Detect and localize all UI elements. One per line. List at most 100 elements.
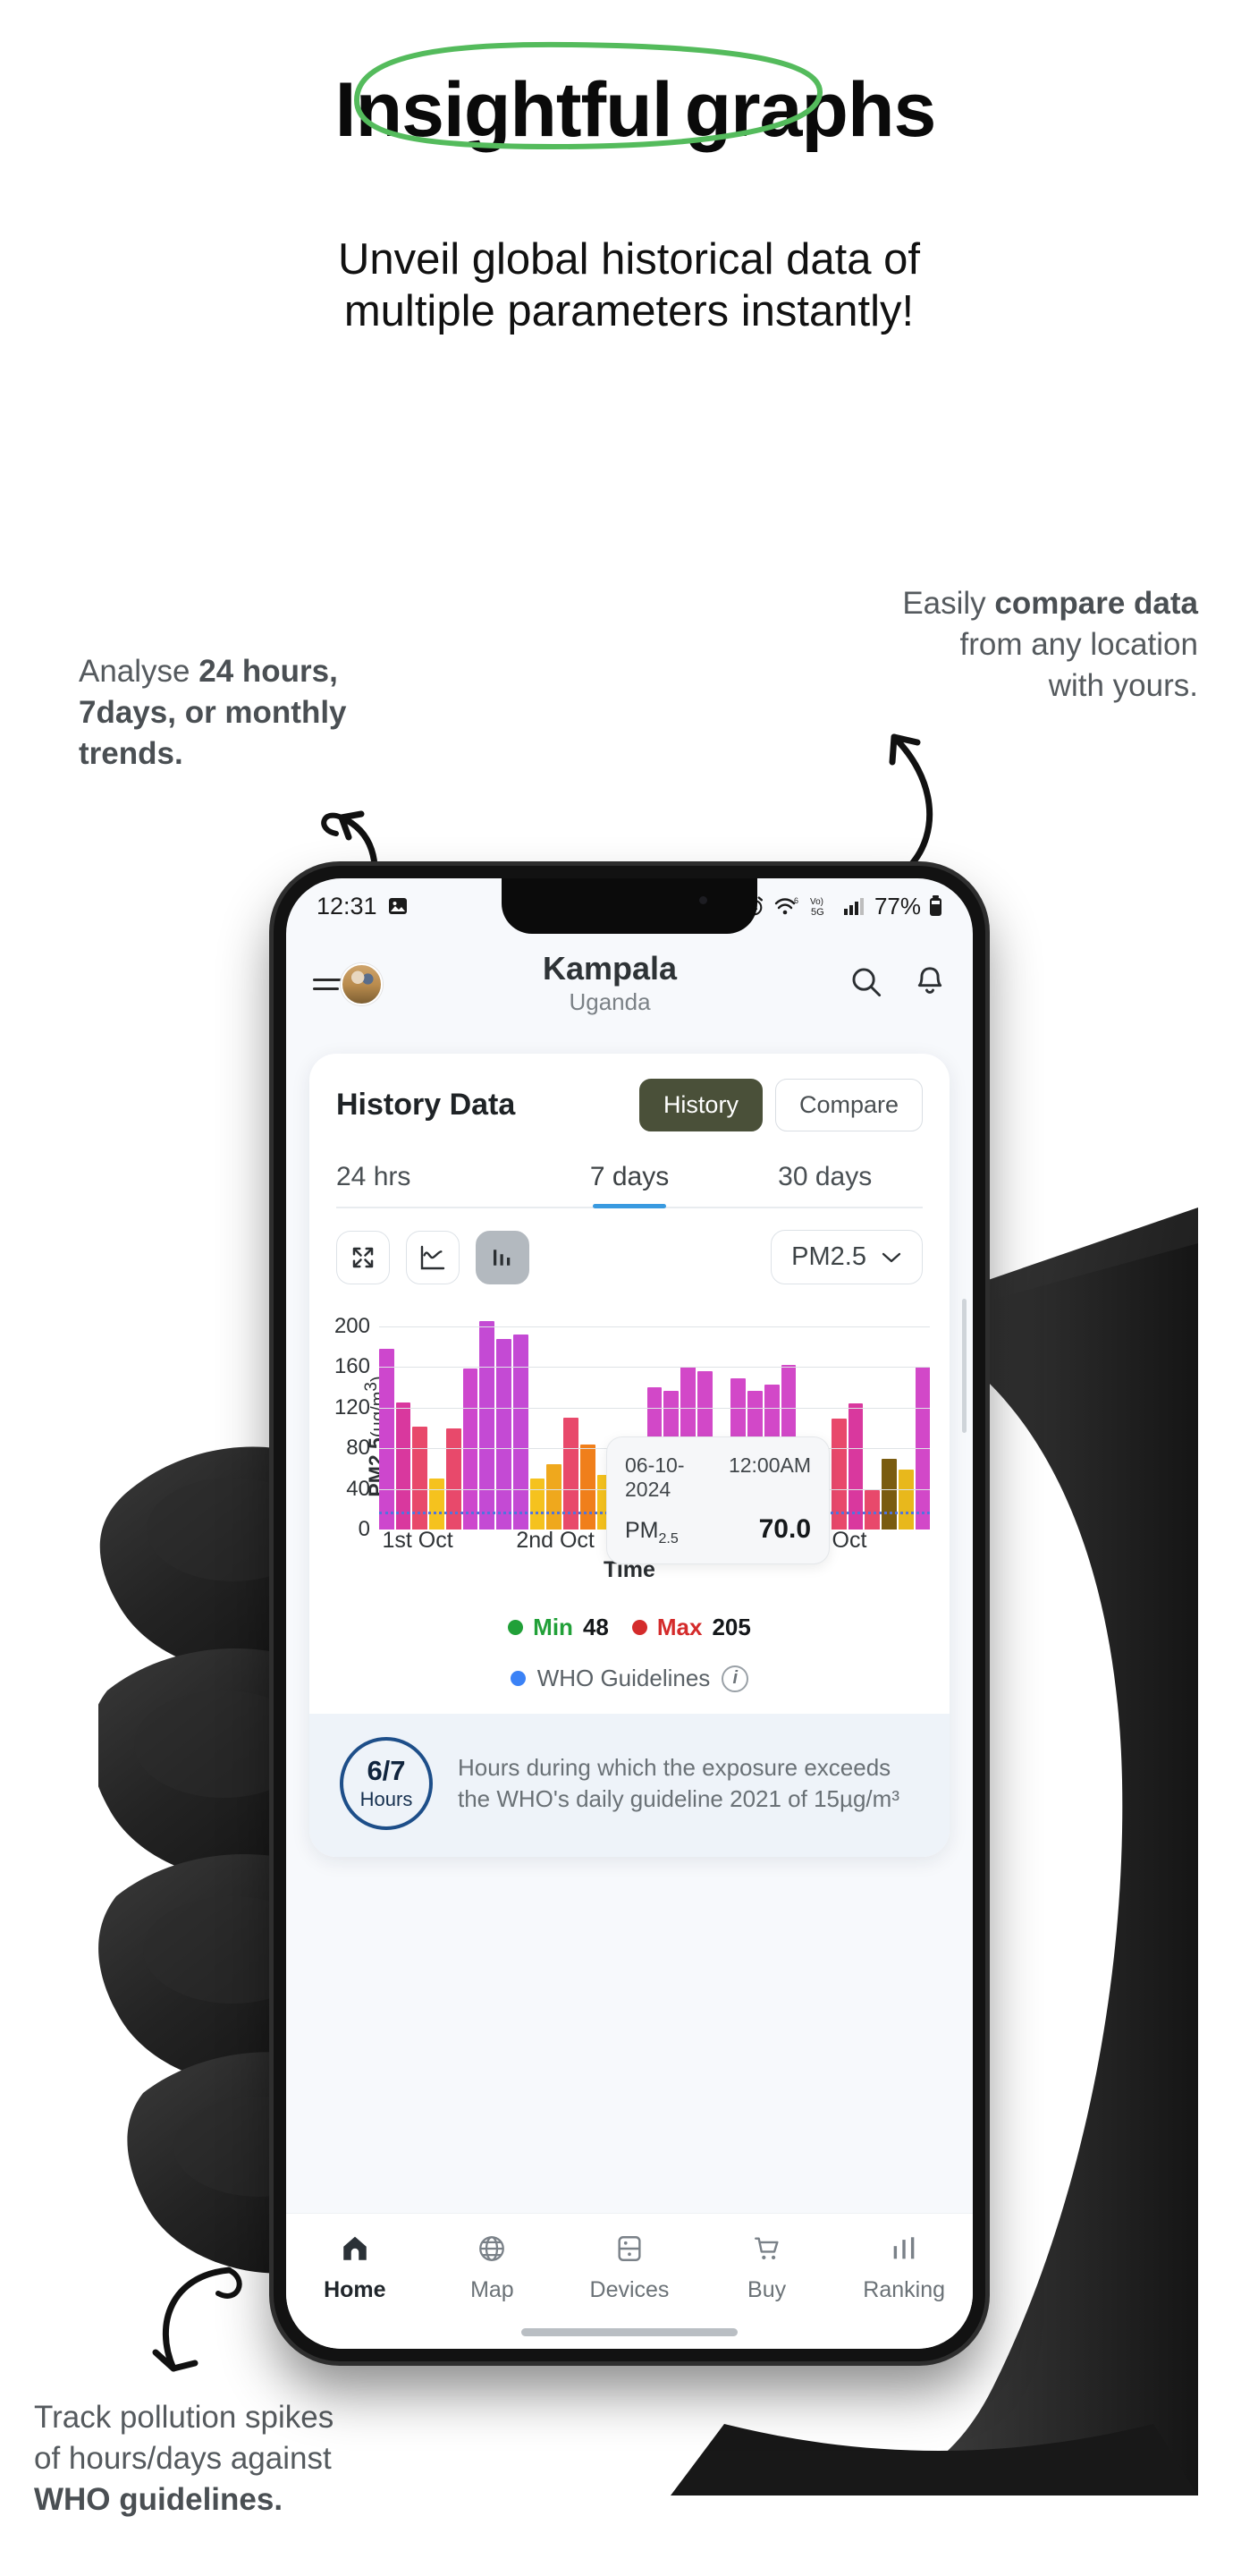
tab-active-indicator [593,1204,666,1208]
annotation-left: Analyse 24 hours, 7days, or monthly trends… [79,654,347,772]
exposure-text: Hours during which the exposure exceeds … [458,1754,899,1812]
chart-bar[interactable] [898,1470,914,1530]
chart-bar[interactable] [479,1321,495,1530]
promo-subhead: Unveil global historical data of multipl… [0,234,1258,338]
who-legend: WHO Guidelines i [309,1665,950,1714]
chart-bar[interactable] [579,1444,595,1530]
chart-gridline [379,1326,930,1328]
pollutant-selected-label: PM2.5 [791,1242,866,1271]
nav-label-buy: Buy [747,2277,787,2302]
nav-label-ranking: Ranking [863,2277,946,2302]
compare-button[interactable]: Compare [774,1079,923,1131]
legend-min-value: 48 [582,1614,609,1640]
headline-highlight-word: Insightful [323,41,823,153]
legend-max: Max 205 [631,1614,751,1641]
tab-30days[interactable]: 30 days [727,1162,923,1208]
bar-ranking-icon [889,2233,919,2268]
exposure-ratio: 6/7 [367,1754,406,1786]
chart-y-tick: 200 [333,1314,370,1339]
nav-item-devices[interactable]: Devices [561,2233,698,2303]
nav-label-devices: Devices [589,2277,670,2302]
home-indicator [521,2328,738,2336]
legend-min: Min 48 [508,1614,609,1641]
tab-7days[interactable]: 7 days [532,1162,728,1208]
search-icon[interactable] [849,965,883,1004]
exposure-panel: 6/7 Hours Hours during which the exposur… [309,1714,950,1857]
chart-y-tick: 0 [358,1517,370,1541]
chart-legend: Min 48 Max 205 [309,1614,950,1641]
legend-min-label: Min [533,1614,573,1640]
chart-y-tick: 40 [346,1476,370,1501]
page-title: Kampala [542,950,678,987]
battery-percent: 77% [874,892,921,919]
nav-item-map[interactable]: Map [424,2233,561,2303]
globe-icon [476,2233,508,2268]
who-legend-label: WHO Guidelines [536,1665,711,1691]
history-bar-chart: PM2.5(µg/m3) 0 40 80 120 160 200 1st Oct 2nd O… [309,1302,950,1582]
svg-text:5G: 5G [811,907,824,918]
chart-gridline [379,1367,930,1368]
mode-toggle-group: History Compare [638,1079,923,1131]
promo-subhead-line2: multiple parameters instantly! [343,286,915,335]
volte-5g-icon: Vo) 5G [808,894,835,918]
tab-24hrs[interactable]: 24 hrs [336,1162,532,1208]
svg-text:6: 6 [794,896,798,905]
phone-notch [502,878,757,934]
bar-chart-icon[interactable] [476,1230,529,1284]
chart-bar[interactable] [395,1402,411,1530]
tooltip-metric: PM2.5 [625,1518,679,1546]
fullscreen-expand-icon[interactable] [336,1230,390,1284]
location-title: Kampala Uganda [370,952,849,1016]
pollutant-select[interactable]: PM2.5 [771,1230,923,1284]
max-dot-icon [631,1620,647,1635]
chart-toolbar: PM2.5 [309,1208,950,1290]
card-title: History Data [336,1088,516,1122]
chart-bar[interactable] [546,1464,562,1530]
tooltip-value: 70.0 [758,1514,811,1544]
nav-label-map: Map [470,2277,514,2302]
phone-screen: 12:31 6 Vo) 5G 77% Kampala Uganda Histor… [286,878,973,2349]
history-data-card: History Data History Compare 24 hrs 7 da… [309,1054,950,1857]
exposure-ratio-badge: 6/7 Hours [340,1737,433,1830]
chart-bar[interactable] [529,1479,545,1530]
promo-headline-wrap: Insightful graphs [0,41,1258,153]
nav-item-buy[interactable]: Buy [698,2233,836,2303]
notification-bell-icon[interactable] [914,965,946,1004]
headline-highlight-text: Insightful [334,67,673,153]
bottom-navigation: Home Map Devices Buy Ranking [286,2213,973,2349]
line-chart-icon[interactable] [406,1230,460,1284]
chart-bar[interactable] [512,1335,528,1530]
nav-item-home[interactable]: Home [286,2233,424,2303]
card-header: History Data History Compare [309,1079,950,1131]
nav-item-ranking[interactable]: Ranking [835,2233,973,2303]
chart-bar[interactable] [429,1479,444,1530]
app-header: Kampala Uganda [286,934,973,1034]
who-dot-icon [510,1671,526,1686]
chart-tooltip: 06-10-2024 12:00AM PM2.5 70.0 [606,1436,830,1564]
shopping-cart-icon [751,2233,783,2268]
chart-y-tick: 120 [333,1394,370,1419]
chart-bar[interactable] [865,1489,881,1530]
headline-rest-text: graphs [684,67,937,153]
min-dot-icon [508,1620,524,1635]
chevron-down-icon [881,1242,902,1272]
status-time: 12:31 [317,892,377,919]
scrollbar[interactable] [962,1299,967,1433]
chart-x-tick: 1st Oct [382,1528,453,1553]
wifi6-icon: 6 [773,895,800,918]
legend-max-label: Max [656,1614,703,1640]
chart-bar[interactable] [882,1458,897,1530]
tooltip-time: 12:00AM [728,1453,811,1477]
info-icon[interactable]: i [722,1665,749,1692]
nav-label-home: Home [324,2277,386,2302]
chart-bar[interactable] [848,1403,864,1530]
device-icon [614,2233,645,2268]
image-icon [387,895,409,917]
chart-bar[interactable] [379,1349,394,1530]
cellular-signal-icon [843,896,866,916]
chart-y-tick: 80 [346,1436,370,1461]
promo-subhead-line1: Unveil global historical data of [338,235,920,284]
chart-y-tick: 160 [333,1354,370,1379]
history-button[interactable]: History [638,1079,763,1131]
chart-gridline [379,1407,930,1409]
